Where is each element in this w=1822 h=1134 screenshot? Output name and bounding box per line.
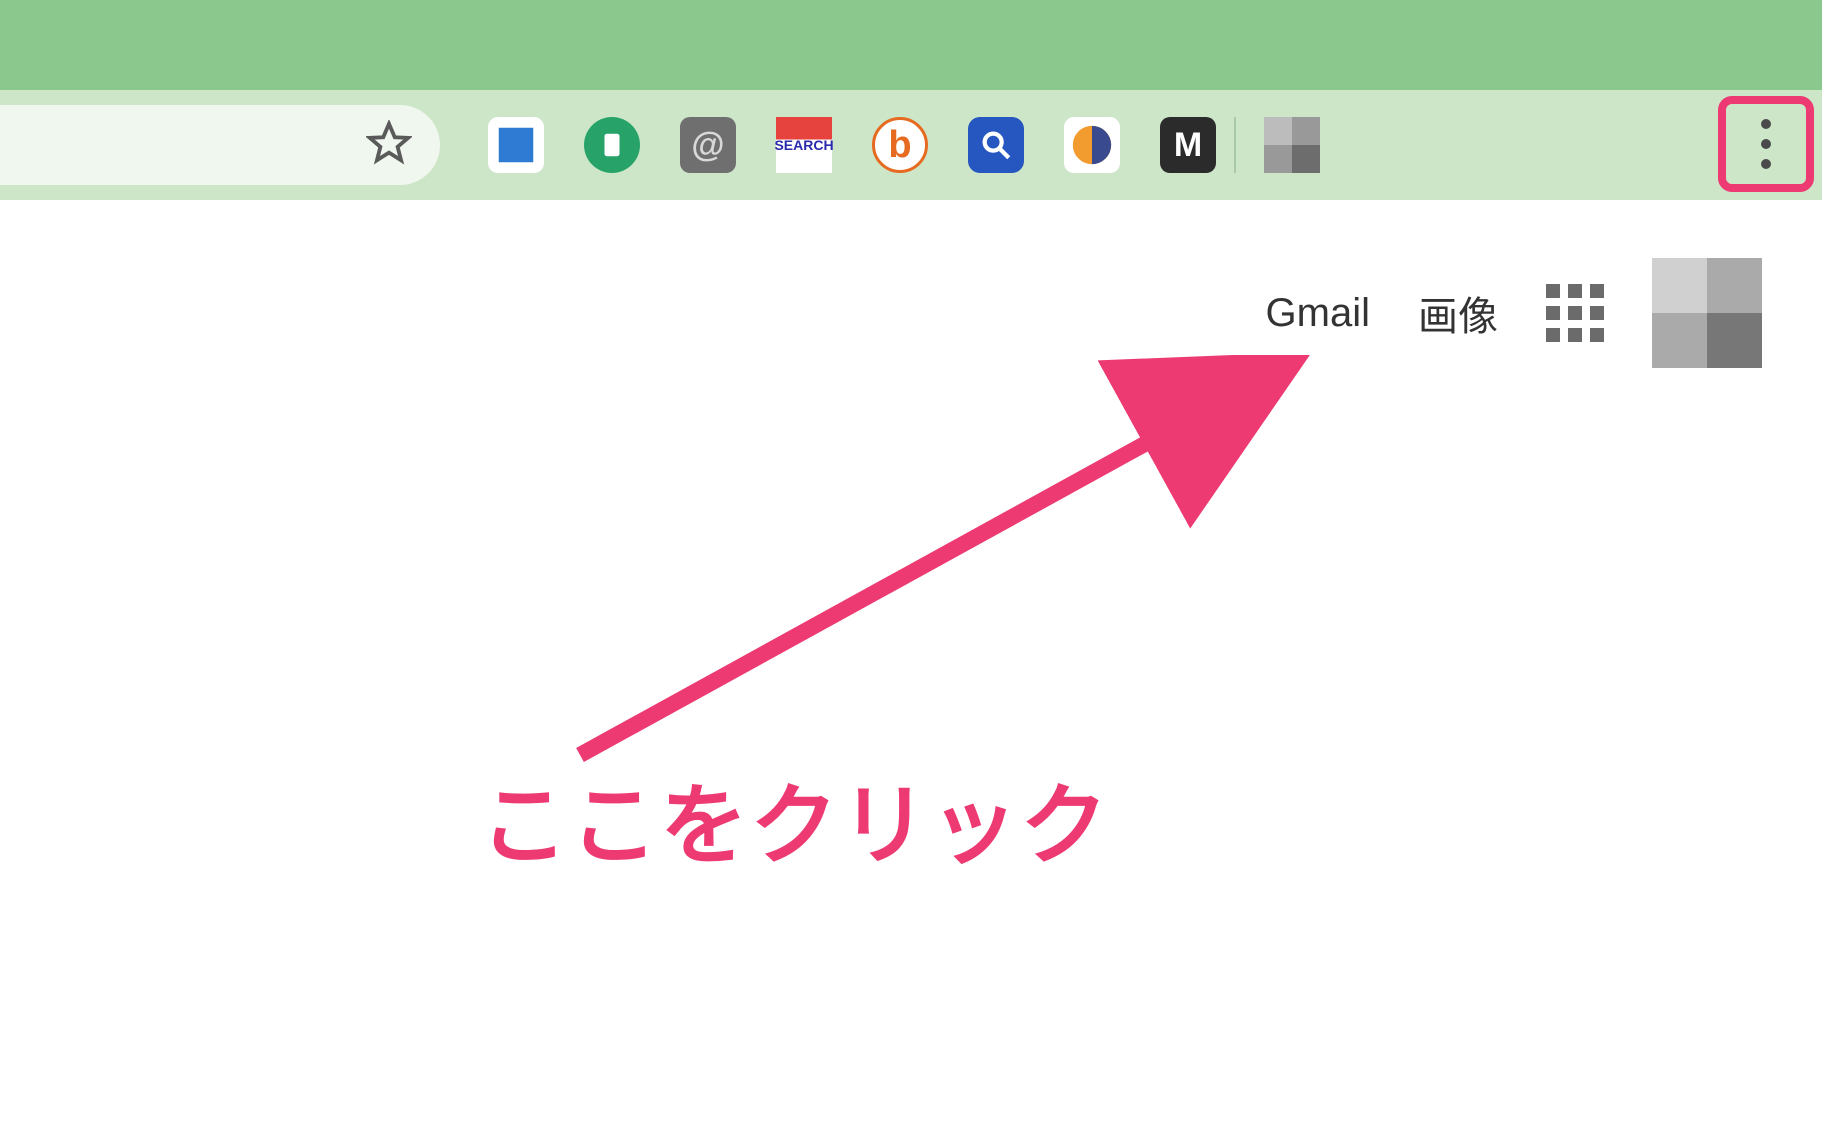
search-extension-icon[interactable]: SEARCH xyxy=(776,117,832,173)
bookmark-star-icon[interactable] xyxy=(366,120,412,171)
address-bar[interactable] xyxy=(0,105,440,185)
page-content: Gmail 画像 ここをクリック xyxy=(0,200,1822,1134)
account-avatar-icon[interactable] xyxy=(1652,258,1762,368)
google-apps-icon[interactable] xyxy=(1546,284,1604,342)
images-link[interactable]: 画像 xyxy=(1418,284,1498,342)
annotation-arrow-icon xyxy=(560,355,1340,785)
similarweb-extension-icon[interactable] xyxy=(1064,117,1120,173)
gmail-link[interactable]: Gmail xyxy=(1266,291,1370,336)
browser-toolbar: @ SEARCH b M xyxy=(0,90,1822,200)
magnifier-extension-icon[interactable] xyxy=(968,117,1024,173)
google-top-nav: Gmail 画像 xyxy=(1266,258,1762,368)
toolbar-separator xyxy=(1234,117,1236,173)
pushbullet-extension-icon[interactable] xyxy=(584,117,640,173)
annotation-text: ここをクリック xyxy=(480,755,1110,882)
gyazo-extension-icon[interactable] xyxy=(488,117,544,173)
at-extension-icon[interactable]: @ xyxy=(680,117,736,173)
profile-avatar-icon[interactable] xyxy=(1264,117,1320,173)
window-theme-band xyxy=(0,0,1822,90)
mega-extension-icon[interactable]: M xyxy=(1160,117,1216,173)
annotation-highlight-box xyxy=(1718,96,1814,192)
extensions-strip: @ SEARCH b M xyxy=(488,117,1216,173)
chrome-menu-icon[interactable] xyxy=(1761,119,1771,169)
bitly-extension-icon[interactable]: b xyxy=(872,117,928,173)
